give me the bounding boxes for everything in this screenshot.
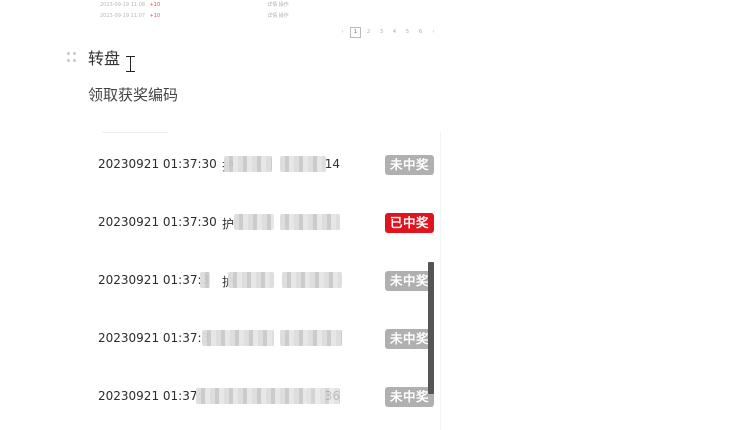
status-badge: 未中奖 — [385, 387, 434, 407]
section-title: 转盘 — [88, 49, 121, 68]
divider — [102, 132, 168, 133]
prize-records-list[interactable]: 20230921 01:37:30 护 14 未中奖 20230921 01:3… — [96, 132, 440, 430]
table-row: 2023-09-19 11:07 +10 详情 操作 — [100, 12, 289, 19]
list-item: 20230921 01:37:3 护 未中奖 — [96, 269, 436, 293]
page-button-4[interactable]: 4 — [388, 28, 401, 37]
drag-handle-icon[interactable] — [67, 52, 77, 64]
row-actions[interactable]: 详情 操作 — [267, 12, 289, 19]
row-datetime: 2023-09-19 11:08 — [100, 2, 146, 8]
redacted-code — [280, 330, 342, 346]
redacted-name — [234, 214, 274, 230]
list-item: 20230921 01:37:3 未中奖 — [96, 327, 436, 351]
record-time: 20230921 01:37:30 — [98, 215, 217, 229]
redacted-code — [280, 156, 326, 172]
page-button-2[interactable]: 2 — [362, 28, 375, 37]
redacted-name — [228, 272, 274, 288]
page-button-1[interactable]: 1 — [350, 26, 361, 38]
record-time: 20230921 01:37:3 — [98, 273, 210, 287]
redacted-code — [306, 388, 340, 404]
pagination: ‹ 1 2 3 4 5 6 › — [336, 26, 440, 38]
record-time: 20230921 01:37:3 — [98, 331, 210, 345]
row-amount: +10 — [149, 2, 161, 8]
table-row: 2023-09-19 11:08 +10 详情 操作 — [100, 1, 289, 8]
status-badge: 未中奖 — [385, 155, 434, 175]
page-button-5[interactable]: 5 — [401, 28, 414, 37]
record-time: 20230921 01:37: — [98, 389, 202, 403]
record-time: 20230921 01:37:30 — [98, 157, 217, 171]
redacted-code — [280, 214, 340, 230]
text-cursor-icon — [126, 56, 135, 72]
scroll-track — [440, 132, 441, 430]
row-actions[interactable]: 详情 操作 — [267, 1, 289, 8]
redacted-time — [200, 272, 210, 288]
status-badge: 未中奖 — [385, 271, 434, 291]
prev-page-button[interactable]: ‹ — [336, 28, 349, 37]
status-badge: 已中奖 — [385, 213, 434, 233]
row-amount: +10 — [149, 13, 161, 19]
page-button-6[interactable]: 6 — [414, 28, 427, 37]
scrollbar[interactable] — [428, 262, 434, 394]
list-item: 20230921 01:37:30 护 已中奖 — [96, 211, 436, 235]
record-name: 护 — [222, 217, 235, 231]
redacted-name — [224, 156, 272, 172]
row-datetime: 2023-09-19 11:07 — [100, 13, 146, 19]
list-item: 20230921 01:37: 36 未中奖 — [96, 385, 436, 409]
redacted-code — [282, 272, 342, 288]
list-item: 20230921 01:37:30 护 14 未中奖 — [96, 153, 436, 177]
redacted-name — [202, 330, 274, 346]
section-subtitle: 领取获奖编码 — [88, 86, 179, 104]
next-page-button[interactable]: › — [427, 28, 440, 37]
status-badge: 未中奖 — [385, 329, 434, 349]
page-button-3[interactable]: 3 — [375, 28, 388, 37]
